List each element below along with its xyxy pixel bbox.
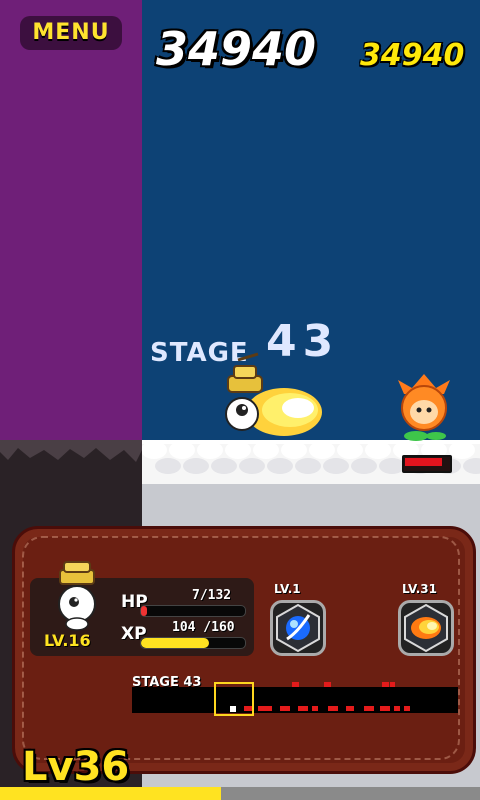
player-level: Lv36 (22, 744, 130, 790)
enemy-flower-creature (398, 374, 450, 441)
hp-value: 7/132 (192, 588, 232, 603)
enemy-hp-bar (405, 458, 442, 466)
player-position-marker (230, 706, 236, 712)
menu-button[interactable]: MENU (20, 16, 122, 50)
stage-enemy-markers (244, 682, 410, 711)
xp-bar-fill (141, 638, 209, 648)
skill-orb-button[interactable] (270, 600, 326, 656)
blue-orb-icon (276, 603, 320, 653)
score-counter: 34940 (156, 22, 317, 76)
hp-bar-fill (141, 606, 147, 616)
cave-grass-decor (0, 440, 142, 462)
level-progress-fill (0, 787, 221, 800)
player-portrait (58, 561, 96, 631)
skill-fireball-level: LV.31 (402, 582, 437, 596)
skill-fireball-button[interactable] (398, 600, 454, 656)
high-score-counter: 34940 (360, 38, 465, 73)
skill-orb-level: LV.1 (274, 582, 301, 596)
xp-value: 104 /160 (172, 620, 235, 635)
character-level: LV.16 (44, 631, 91, 650)
fireball-icon (404, 603, 448, 653)
background-left-panel (0, 0, 142, 445)
player-character (225, 352, 322, 436)
hp-bar-track (140, 605, 246, 617)
